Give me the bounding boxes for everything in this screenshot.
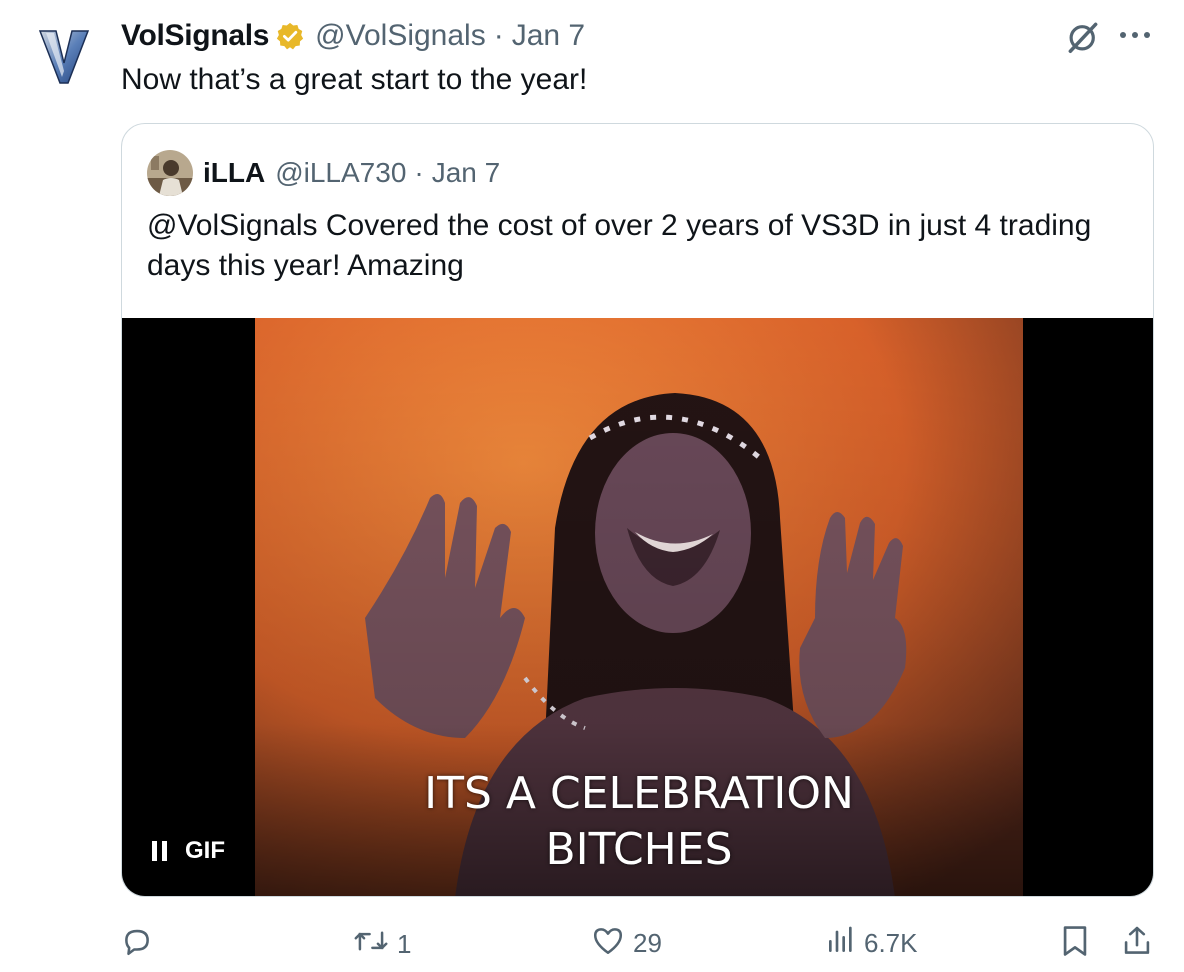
- reply-button[interactable]: [120, 924, 154, 965]
- like-button[interactable]: 29: [591, 924, 662, 963]
- heart-icon: [591, 924, 625, 963]
- gif-caption-line2: BITCHES: [545, 824, 733, 875]
- tweet-date[interactable]: Jan 7: [512, 19, 585, 53]
- volsignals-logo-icon: [38, 30, 90, 84]
- share-icon: [1122, 924, 1152, 965]
- quoted-separator-dot: ·: [414, 157, 424, 188]
- gif-frame: ITS A CELEBRATION BITCHES: [255, 318, 1023, 896]
- gif-media[interactable]: ITS A CELEBRATION BITCHES GIF: [122, 318, 1153, 896]
- repost-button[interactable]: 1: [353, 924, 411, 965]
- author-handle[interactable]: @VolSignals: [315, 19, 486, 53]
- reply-icon: [120, 924, 154, 965]
- pause-icon[interactable]: [152, 841, 167, 861]
- gif-label: GIF: [185, 837, 225, 864]
- gif-badge[interactable]: GIF: [140, 830, 239, 872]
- quoted-tweet-text: @VolSignals Covered the cost of over 2 y…: [147, 209, 1092, 282]
- views-button[interactable]: 6.7K: [826, 924, 918, 963]
- quoted-tweet[interactable]: iLLA @iLLA730 · Jan 7 @VolSignals Covere…: [121, 123, 1154, 897]
- views-icon: [826, 924, 856, 963]
- like-count: 29: [633, 928, 662, 958]
- repost-icon: [353, 924, 389, 965]
- bookmark-icon: [1060, 924, 1090, 965]
- verified-badge-icon[interactable]: [275, 21, 305, 51]
- more-icon[interactable]: [1118, 28, 1152, 46]
- quoted-tweet-header: iLLA @iLLA730 · Jan 7: [147, 150, 500, 196]
- tweet-header: VolSignals @VolSignals · Jan 7: [121, 14, 585, 58]
- quoted-author-avatar[interactable]: [147, 150, 193, 196]
- grok-icon[interactable]: [1064, 18, 1102, 61]
- author-name[interactable]: VolSignals: [121, 19, 269, 53]
- gif-caption-line1: ITS A CELEBRATION: [424, 768, 854, 819]
- bookmark-button[interactable]: [1060, 924, 1090, 965]
- separator-dot: ·: [493, 19, 504, 52]
- quoted-author-name[interactable]: iLLA: [203, 157, 265, 189]
- author-avatar[interactable]: [24, 18, 104, 94]
- quoted-tweet-date[interactable]: Jan 7: [432, 157, 501, 189]
- share-button[interactable]: [1122, 924, 1152, 965]
- tweet-text: Now that’s a great start to the year!: [121, 63, 588, 96]
- views-count: 6.7K: [864, 928, 918, 958]
- gif-caption: ITS A CELEBRATION BITCHES: [255, 766, 1023, 878]
- action-bar: 1 29 6.7K: [0, 920, 1184, 968]
- quoted-author-handle[interactable]: @iLLA730: [275, 157, 406, 189]
- repost-count: 1: [397, 929, 412, 959]
